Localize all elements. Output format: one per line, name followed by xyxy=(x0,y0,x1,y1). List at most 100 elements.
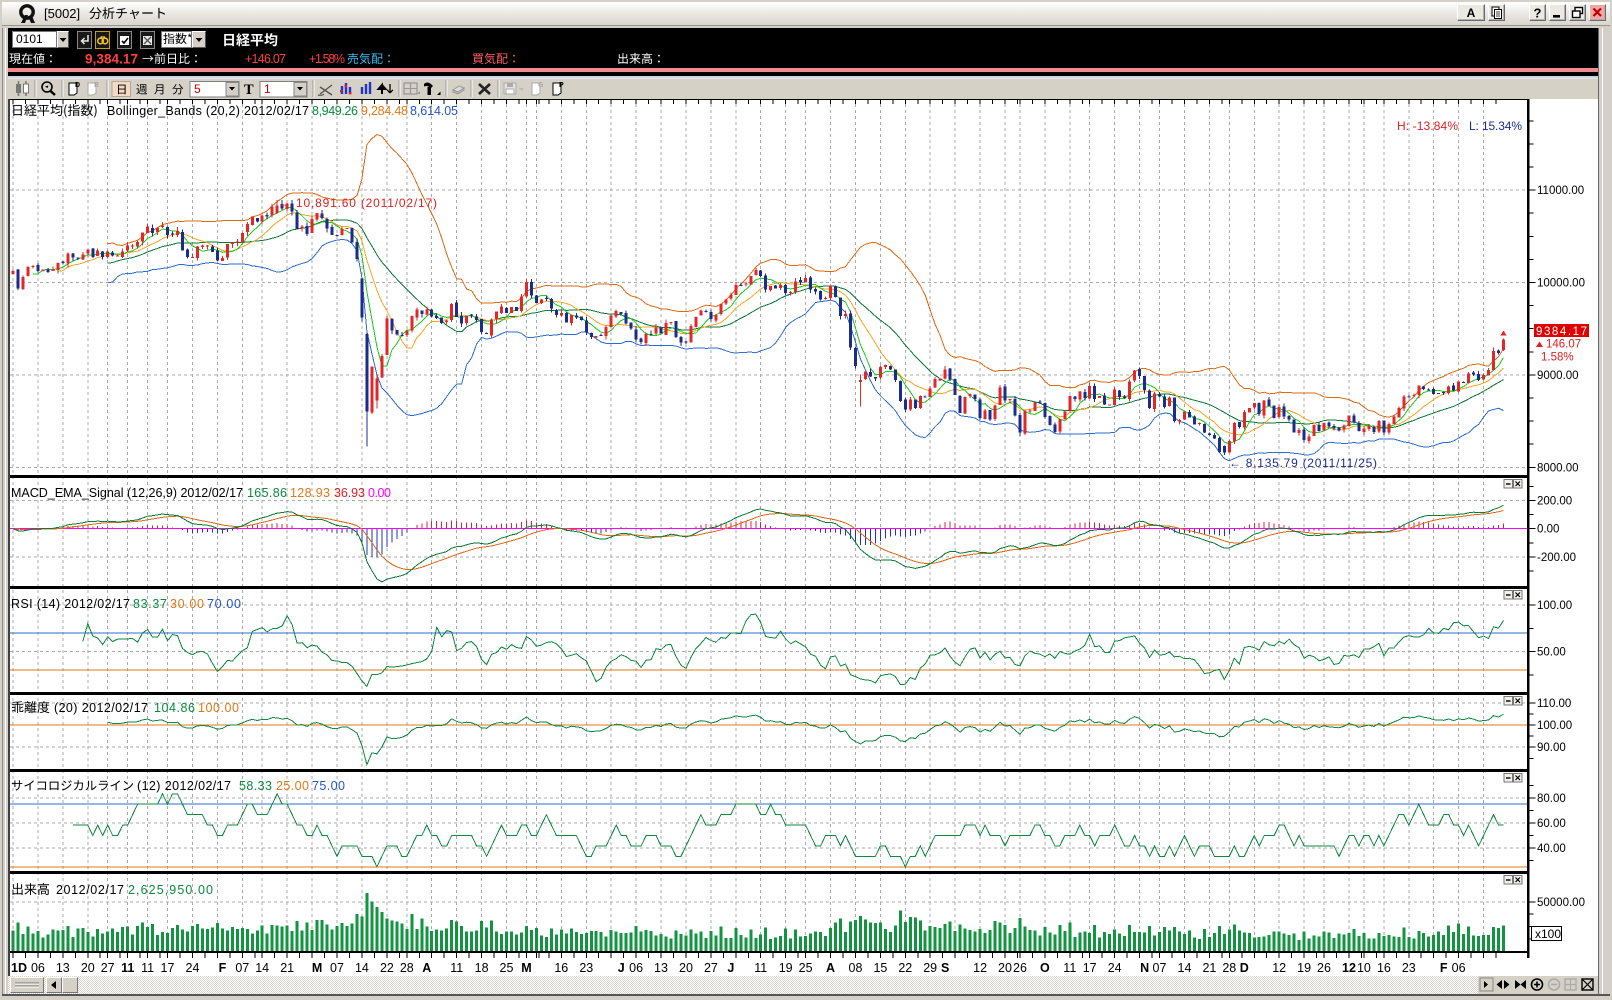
svg-text:M: M xyxy=(312,961,322,975)
svg-text:06: 06 xyxy=(629,961,643,975)
svg-text:28: 28 xyxy=(1222,961,1236,975)
svg-text:11: 11 xyxy=(121,961,134,975)
svg-text:29: 29 xyxy=(923,961,937,975)
svg-text:83.37: 83.37 xyxy=(133,597,167,611)
svg-text:RSI (14) 2012/02/17: RSI (14) 2012/02/17 xyxy=(11,597,130,611)
svg-text:40.00: 40.00 xyxy=(1537,843,1566,855)
svg-text:110.00: 110.00 xyxy=(1537,698,1571,710)
svg-text:20: 20 xyxy=(679,961,693,975)
svg-text:07: 07 xyxy=(235,961,249,975)
svg-text:0.00: 0.00 xyxy=(368,486,391,500)
svg-text:13: 13 xyxy=(56,961,70,975)
svg-text:50.00: 50.00 xyxy=(1537,647,1566,659)
svg-text:19: 19 xyxy=(1297,961,1311,975)
svg-text:D: D xyxy=(1240,961,1249,975)
svg-text:Bollinger_Bands (20,2) 2012/02: Bollinger_Bands (20,2) 2012/02/17 xyxy=(107,104,309,118)
svg-text:21: 21 xyxy=(280,961,294,975)
svg-text:x100: x100 xyxy=(1535,927,1561,941)
svg-text:O: O xyxy=(1040,961,1050,975)
svg-text:104.86: 104.86 xyxy=(154,701,195,715)
svg-text:20: 20 xyxy=(998,961,1012,975)
svg-text:28: 28 xyxy=(400,961,414,975)
svg-text:06: 06 xyxy=(1452,961,1466,975)
svg-text:1.58%: 1.58% xyxy=(1541,352,1574,364)
svg-text:50000.00: 50000.00 xyxy=(1537,897,1585,909)
svg-text:H: -13.84%: H: -13.84% xyxy=(1397,119,1458,133)
svg-text:24: 24 xyxy=(1108,961,1122,975)
svg-text:90.00: 90.00 xyxy=(1537,742,1566,754)
svg-text:16: 16 xyxy=(554,961,568,975)
svg-text:8,614.05: 8,614.05 xyxy=(410,104,458,118)
svg-text:07: 07 xyxy=(1153,961,1167,975)
svg-text:30.00: 30.00 xyxy=(170,597,204,611)
svg-text:22: 22 xyxy=(898,961,912,975)
svg-text:A: A xyxy=(422,961,431,975)
svg-text:14: 14 xyxy=(1178,961,1192,975)
svg-text:S: S xyxy=(941,961,949,975)
svg-text:06: 06 xyxy=(31,961,45,975)
svg-text:-200.00: -200.00 xyxy=(1537,552,1576,564)
svg-text:100.00: 100.00 xyxy=(1537,720,1572,732)
svg-text:25: 25 xyxy=(799,961,813,975)
svg-text:100.00: 100.00 xyxy=(198,701,239,715)
svg-text:20: 20 xyxy=(81,961,95,975)
svg-text:0.00: 0.00 xyxy=(1537,524,1559,536)
svg-text:M: M xyxy=(521,961,531,975)
svg-text:25: 25 xyxy=(500,961,514,975)
svg-text:27: 27 xyxy=(101,961,115,975)
svg-text:22: 22 xyxy=(380,961,394,975)
svg-text:08: 08 xyxy=(849,961,863,975)
svg-text:(12) 2012/02/17: (12) 2012/02/17 xyxy=(137,779,231,793)
svg-text:F: F xyxy=(1440,961,1448,975)
svg-text:26: 26 xyxy=(1317,961,1331,975)
svg-text:1D: 1D xyxy=(11,961,27,975)
svg-text:F: F xyxy=(219,961,227,975)
svg-text:11: 11 xyxy=(1063,961,1076,975)
svg-text:146.07: 146.07 xyxy=(1546,339,1581,351)
svg-text:23: 23 xyxy=(1402,961,1416,975)
svg-text:10: 10 xyxy=(1357,961,1371,975)
svg-text:2012/02/17: 2012/02/17 xyxy=(56,883,124,897)
svg-text:MACD_EMA_Signal (12,26,9) 2012: MACD_EMA_Signal (12,26,9) 2012/02/17 xyxy=(11,486,243,500)
svg-text:12: 12 xyxy=(973,961,987,975)
svg-text:75.00: 75.00 xyxy=(312,779,345,793)
svg-text:J: J xyxy=(618,961,625,975)
svg-text:(20) 2012/02/17: (20) 2012/02/17 xyxy=(54,701,148,715)
svg-text:11: 11 xyxy=(754,961,767,975)
svg-text:15: 15 xyxy=(873,961,887,975)
svg-text:200.00: 200.00 xyxy=(1537,495,1572,507)
svg-text:14: 14 xyxy=(355,961,369,975)
svg-text:14: 14 xyxy=(255,961,269,975)
svg-text:26: 26 xyxy=(1013,961,1027,975)
svg-text:N: N xyxy=(1140,961,1149,975)
svg-text:24: 24 xyxy=(186,961,200,975)
svg-text:9000.00: 9000.00 xyxy=(1537,370,1579,382)
svg-text:21: 21 xyxy=(1202,961,1216,975)
svg-text:9,284.48: 9,284.48 xyxy=(361,104,408,118)
svg-text:← 10,891.60 (2011/02/17): ← 10,891.60 (2011/02/17) xyxy=(279,196,437,210)
svg-text:18: 18 xyxy=(475,961,489,975)
svg-text:11: 11 xyxy=(141,961,154,975)
svg-text:12: 12 xyxy=(1342,961,1356,975)
svg-text:27: 27 xyxy=(704,961,718,975)
svg-text:36.93: 36.93 xyxy=(334,486,365,500)
svg-text:10000.00: 10000.00 xyxy=(1537,278,1585,290)
svg-text:L: 15.34%: L: 15.34% xyxy=(1469,119,1522,133)
svg-text:80.00: 80.00 xyxy=(1537,793,1566,805)
svg-text:13: 13 xyxy=(654,961,668,975)
svg-text:165.86: 165.86 xyxy=(247,486,287,500)
svg-text:23: 23 xyxy=(579,961,593,975)
svg-text:A: A xyxy=(826,961,835,975)
svg-text:07: 07 xyxy=(330,961,344,975)
svg-text:25.00: 25.00 xyxy=(276,779,309,793)
svg-text:58.33: 58.33 xyxy=(239,779,272,793)
svg-text:17: 17 xyxy=(1083,961,1097,975)
svg-text:100.00: 100.00 xyxy=(1537,600,1572,612)
svg-text:128.93: 128.93 xyxy=(290,486,330,500)
svg-text:11: 11 xyxy=(450,961,463,975)
svg-text:8000.00: 8000.00 xyxy=(1537,462,1579,474)
svg-text:17: 17 xyxy=(161,961,175,975)
svg-text:19: 19 xyxy=(779,961,793,975)
svg-text:2,625,950.00: 2,625,950.00 xyxy=(128,883,213,897)
svg-text:16: 16 xyxy=(1377,961,1391,975)
